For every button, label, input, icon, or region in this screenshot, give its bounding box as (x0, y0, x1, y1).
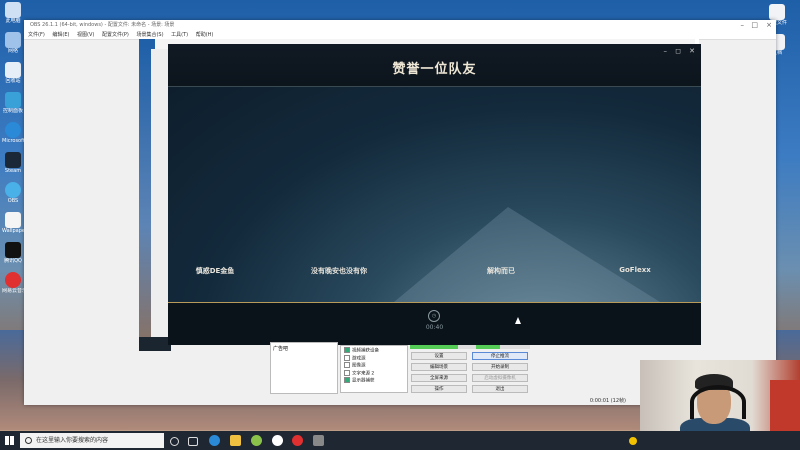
netease-music-icon[interactable] (292, 435, 303, 446)
desktop-icon[interactable]: OBS (2, 182, 24, 204)
teammate-4[interactable]: GoFlexx (580, 266, 690, 274)
desktop-icon[interactable]: 回收站 (2, 62, 24, 84)
dialog-footer: ◷ 00:40 (168, 302, 701, 345)
virtual-cam-button[interactable]: 启动虚拟摄像机 (472, 374, 528, 382)
scene-item[interactable]: 广告吧 (273, 346, 288, 352)
source-item[interactable]: 图像源 (344, 362, 404, 370)
scenes-dock: 广告吧 (270, 342, 338, 394)
stop-stream-button[interactable]: 停止推流 (472, 352, 528, 360)
audio-meter (410, 345, 530, 349)
menu-help[interactable]: 帮助(H) (196, 32, 214, 38)
game-client-icon[interactable] (313, 435, 324, 446)
menu-scene-collection[interactable]: 场景集合(S) (136, 32, 163, 38)
minimize-icon[interactable]: – (664, 47, 668, 55)
checkbox-icon[interactable] (344, 362, 350, 368)
honor-teammate-dialog: 赞誉一位队友 – ◻ ✕ 慎惑DE金鱼 没有晚安也没有你 解构而已 GoFlex… (168, 44, 701, 345)
app-icon[interactable] (251, 435, 262, 446)
close-icon[interactable]: × (766, 20, 772, 31)
start-record-button[interactable]: 开始录制 (472, 363, 528, 371)
maximize-icon[interactable]: □ (751, 20, 758, 31)
mountain-art (388, 207, 668, 307)
desktop-icon[interactable]: Steam (2, 152, 24, 174)
studio-mode-button[interactable]: 操作 (411, 385, 467, 393)
desktop-icon[interactable]: 网络 (2, 32, 24, 54)
desktop-icon[interactable]: 网易云音乐 (2, 272, 24, 294)
task-view-icon[interactable] (188, 437, 198, 446)
source-item[interactable]: 视频捕获设备 (344, 347, 404, 355)
obs-title: OBS 26.1.1 (64-bit, windows) - 配置文件: 未命名… (30, 22, 175, 28)
search-icon (25, 437, 32, 444)
menu-view[interactable]: 视图(V) (77, 32, 94, 38)
desktop-icon[interactable]: Wallpaper (2, 212, 24, 234)
desktop-icon[interactable]: Microsoft Edge (2, 122, 24, 144)
cortana-icon[interactable] (170, 437, 179, 446)
headset-icon (690, 385, 746, 419)
menu-edit[interactable]: 编辑(E) (52, 32, 69, 38)
source-item[interactable]: 显示器捕获 (344, 377, 404, 385)
mouse-cursor-icon (515, 317, 521, 324)
search-placeholder: 在这里输入你要搜索的内容 (36, 437, 109, 444)
dialog-title: 赞誉一位队友 (392, 62, 477, 77)
obs-icon[interactable] (272, 435, 283, 446)
checkbox-icon[interactable] (344, 369, 350, 376)
desktop-icon[interactable]: 控制面板 (2, 92, 24, 114)
desktop-icon[interactable]: 此电脑 (2, 2, 24, 24)
preview-taskbar (139, 337, 171, 351)
edit-scene-button[interactable]: 编辑场景 (411, 363, 467, 371)
tray-coin-icon[interactable] (629, 437, 637, 445)
desktop-icons-left: 此电脑 网络 回收站 控制面板 Microsoft Edge Steam OBS… (2, 2, 26, 302)
menu-profile[interactable]: 配置文件(P) (102, 32, 129, 38)
windows-start-icon[interactable] (5, 436, 14, 445)
status-time: 0:00:01 (12帧) (589, 398, 626, 404)
minimize-icon[interactable]: – (741, 20, 745, 31)
dialog-header: 赞誉一位队友 – ◻ ✕ (168, 44, 701, 87)
clock-icon: ◷ (428, 310, 440, 322)
countdown-timer: 00:40 (425, 324, 444, 331)
sources-dock: 视频捕获设备 游戏源 图像源 文字来源 2 显示器捕获 (340, 345, 408, 393)
source-item[interactable]: 文字来源 2 (344, 369, 404, 378)
taskbar: 在这里输入你要搜索的内容 (0, 431, 800, 450)
menu-tools[interactable]: 工具(T) (171, 32, 188, 38)
checkbox-icon[interactable] (344, 354, 350, 361)
desktop-icon[interactable]: 腾讯QQ (2, 242, 24, 264)
menu-file[interactable]: 文件(F) (28, 32, 45, 38)
source-item[interactable]: 游戏源 (344, 354, 404, 363)
checkbox-icon[interactable] (344, 347, 350, 353)
close-icon[interactable]: ✕ (689, 47, 695, 55)
teammate-2[interactable]: 没有晚安也没有你 (284, 266, 394, 276)
settings-button[interactable]: 设置 (411, 352, 467, 360)
teammate-1[interactable]: 慎惑DE金鱼 (168, 266, 270, 276)
fullscreen-button[interactable]: 全屏来源 (411, 374, 467, 382)
maximize-icon[interactable]: ◻ (675, 47, 681, 55)
edge-icon[interactable] (209, 435, 220, 446)
obs-titlebar: OBS 26.1.1 (64-bit, windows) - 配置文件: 未命名… (24, 20, 776, 31)
file-explorer-icon[interactable] (230, 435, 241, 446)
exit-button[interactable]: 退出 (472, 385, 528, 393)
taskbar-search[interactable]: 在这里输入你要搜索的内容 (20, 433, 164, 448)
teammate-3[interactable]: 解构而已 (446, 266, 556, 276)
checkbox-icon[interactable] (344, 377, 350, 383)
